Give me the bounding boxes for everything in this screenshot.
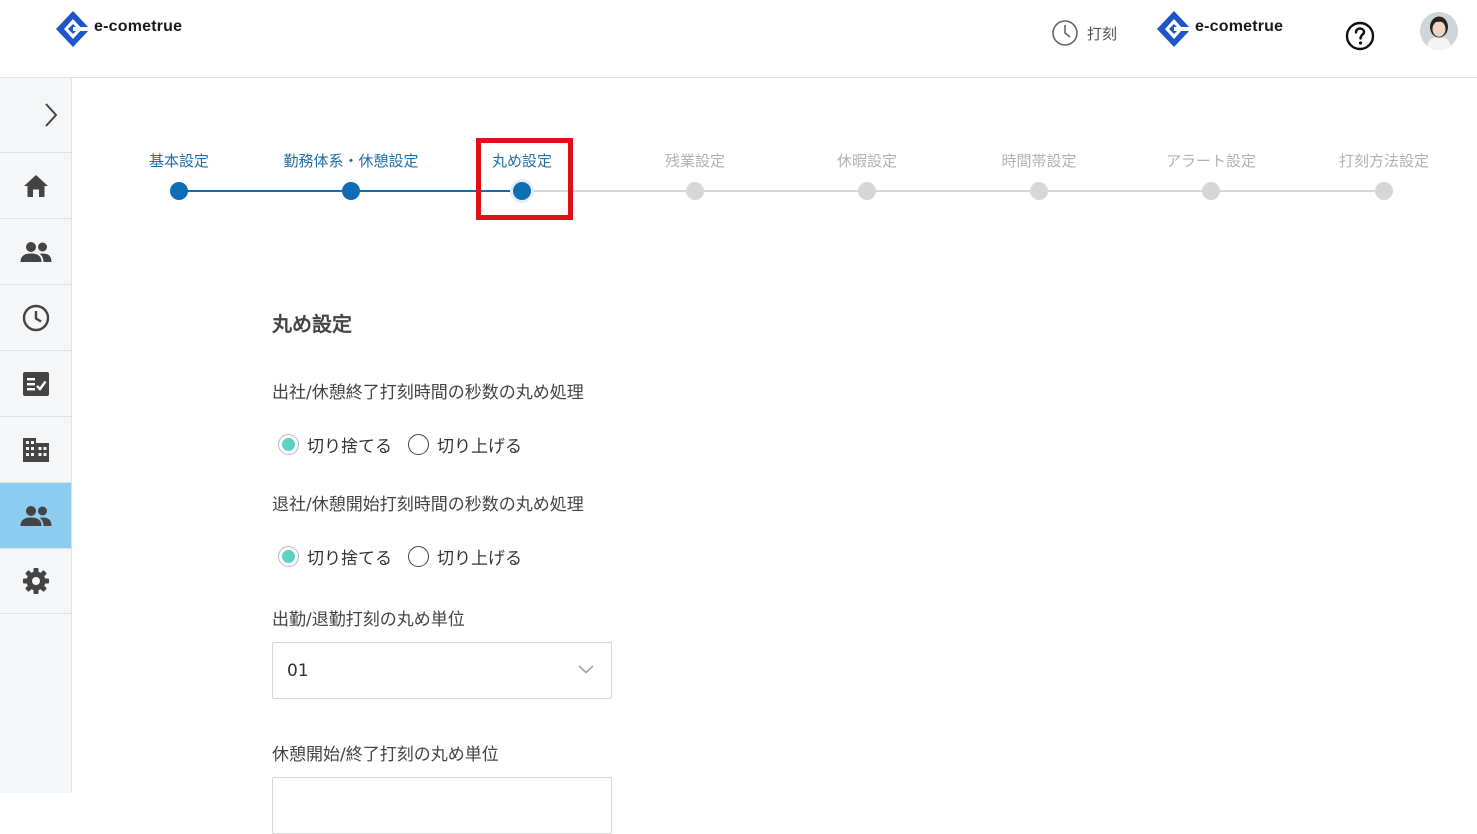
radio-unchecked-indicator bbox=[408, 434, 429, 455]
clock-in-rounding-label: 出社/休憩終了打刻時間の秒数の丸め処理 bbox=[272, 383, 584, 403]
people-icon bbox=[20, 505, 51, 526]
step-label: 勤務体系・休憩設定 bbox=[283, 152, 419, 170]
brand-logo-left[interactable]: e-cometrue bbox=[55, 10, 182, 48]
sidebar-item-organization[interactable] bbox=[0, 416, 71, 482]
clock-out-round-up-radio[interactable]: 切り上げる bbox=[408, 544, 522, 569]
clock-out-rounding-radio-group: 切り捨てる 切り上げる bbox=[278, 544, 538, 569]
sidebar-item-home[interactable] bbox=[0, 152, 71, 218]
break-rounding-unit-select[interactable] bbox=[272, 777, 612, 834]
radio-label: 切り上げる bbox=[437, 437, 522, 457]
step-dot bbox=[686, 182, 704, 200]
people-icon bbox=[20, 241, 51, 262]
gear-icon bbox=[22, 568, 49, 594]
step-label: 打刻方法設定 bbox=[1338, 152, 1429, 170]
step-basic-settings[interactable]: 基本設定 bbox=[99, 150, 259, 200]
sidebar-item-approvals[interactable] bbox=[0, 350, 71, 416]
step-label: 時間帯設定 bbox=[1001, 152, 1077, 170]
settings-stepper: 基本設定 勤務体系・休憩設定 丸め設定 残業設定 休暇設定 時間帯設定 アラート… bbox=[72, 78, 1477, 238]
clock-in-round-up-radio[interactable]: 切り上げる bbox=[408, 432, 522, 457]
sidebar-item-employment-settings[interactable] bbox=[0, 482, 71, 548]
clock-in-round-down-radio[interactable]: 切り捨てる bbox=[278, 432, 392, 457]
brand-logo-icon bbox=[56, 11, 91, 47]
section-title: 丸め設定 bbox=[272, 312, 352, 336]
attendance-rounding-unit-label: 出勤/退勤打刻の丸め単位 bbox=[272, 610, 465, 630]
step-overtime-settings[interactable]: 残業設定 bbox=[615, 150, 775, 200]
help-button[interactable] bbox=[1345, 21, 1375, 55]
clock-out-rounding-label: 退社/休憩開始打刻時間の秒数の丸め処理 bbox=[272, 495, 584, 515]
clock-icon bbox=[22, 304, 49, 331]
step-punch-method-settings[interactable]: 打刻方法設定 bbox=[1304, 150, 1464, 200]
punch-button[interactable]: 打刻 bbox=[1051, 19, 1117, 47]
sidebar-item-settings[interactable] bbox=[0, 548, 71, 614]
attendance-rounding-unit-select[interactable]: 01 bbox=[272, 642, 612, 699]
sidebar bbox=[0, 78, 72, 793]
stepper-line-todo bbox=[522, 190, 1384, 192]
building-icon bbox=[22, 437, 49, 462]
question-circle-icon bbox=[1345, 21, 1375, 51]
radio-unchecked-indicator bbox=[408, 546, 429, 567]
radio-label: 切り上げる bbox=[437, 549, 522, 569]
step-label: アラート設定 bbox=[1165, 152, 1256, 170]
clock-out-round-down-radio[interactable]: 切り捨てる bbox=[278, 544, 392, 569]
step-work-break-settings[interactable]: 勤務体系・休憩設定 bbox=[271, 150, 431, 200]
sidebar-expand-toggle[interactable] bbox=[0, 78, 71, 152]
step-alert-settings[interactable]: アラート設定 bbox=[1131, 150, 1291, 200]
avatar-image bbox=[1420, 12, 1458, 50]
step-label: 基本設定 bbox=[148, 152, 209, 170]
break-rounding-unit-label: 休憩開始/終了打刻の丸め単位 bbox=[272, 745, 499, 765]
radio-checked-indicator bbox=[278, 434, 299, 455]
clock-in-rounding-radio-group: 切り捨てる 切り上げる bbox=[278, 432, 538, 457]
top-header: e-cometrue 打刻 e-cometrue bbox=[0, 0, 1477, 78]
step-dot bbox=[1202, 182, 1220, 200]
radio-label: 切り捨てる bbox=[307, 437, 392, 457]
step-dot bbox=[1030, 182, 1048, 200]
step-dot bbox=[342, 182, 360, 200]
step-leave-settings[interactable]: 休暇設定 bbox=[787, 150, 947, 200]
step-dot bbox=[858, 182, 876, 200]
step-label: 残業設定 bbox=[664, 152, 725, 170]
brand-name-right: e-cometrue bbox=[1195, 18, 1284, 35]
home-icon bbox=[23, 174, 48, 197]
brand-logo-right: e-cometrue bbox=[1156, 10, 1283, 48]
punch-label: 打刻 bbox=[1087, 24, 1118, 43]
sidebar-item-attendance[interactable] bbox=[0, 284, 71, 350]
user-avatar[interactable] bbox=[1420, 12, 1458, 50]
sidebar-item-members[interactable] bbox=[0, 218, 71, 284]
checklist-icon bbox=[22, 371, 49, 396]
chevron-right-icon bbox=[45, 103, 58, 127]
brand-name: e-cometrue bbox=[94, 18, 183, 35]
brand-logo-icon bbox=[1157, 11, 1192, 47]
step-dot bbox=[170, 182, 188, 200]
chevron-down-icon bbox=[578, 665, 594, 674]
step-dot bbox=[1375, 182, 1393, 200]
step-label: 休暇設定 bbox=[836, 152, 897, 170]
radio-label: 切り捨てる bbox=[307, 549, 392, 569]
radio-checked-indicator bbox=[278, 546, 299, 567]
highlight-annotation-box bbox=[476, 138, 573, 220]
select-value: 01 bbox=[287, 660, 309, 681]
clock-icon bbox=[1052, 20, 1078, 46]
step-timeslot-settings[interactable]: 時間帯設定 bbox=[959, 150, 1119, 200]
